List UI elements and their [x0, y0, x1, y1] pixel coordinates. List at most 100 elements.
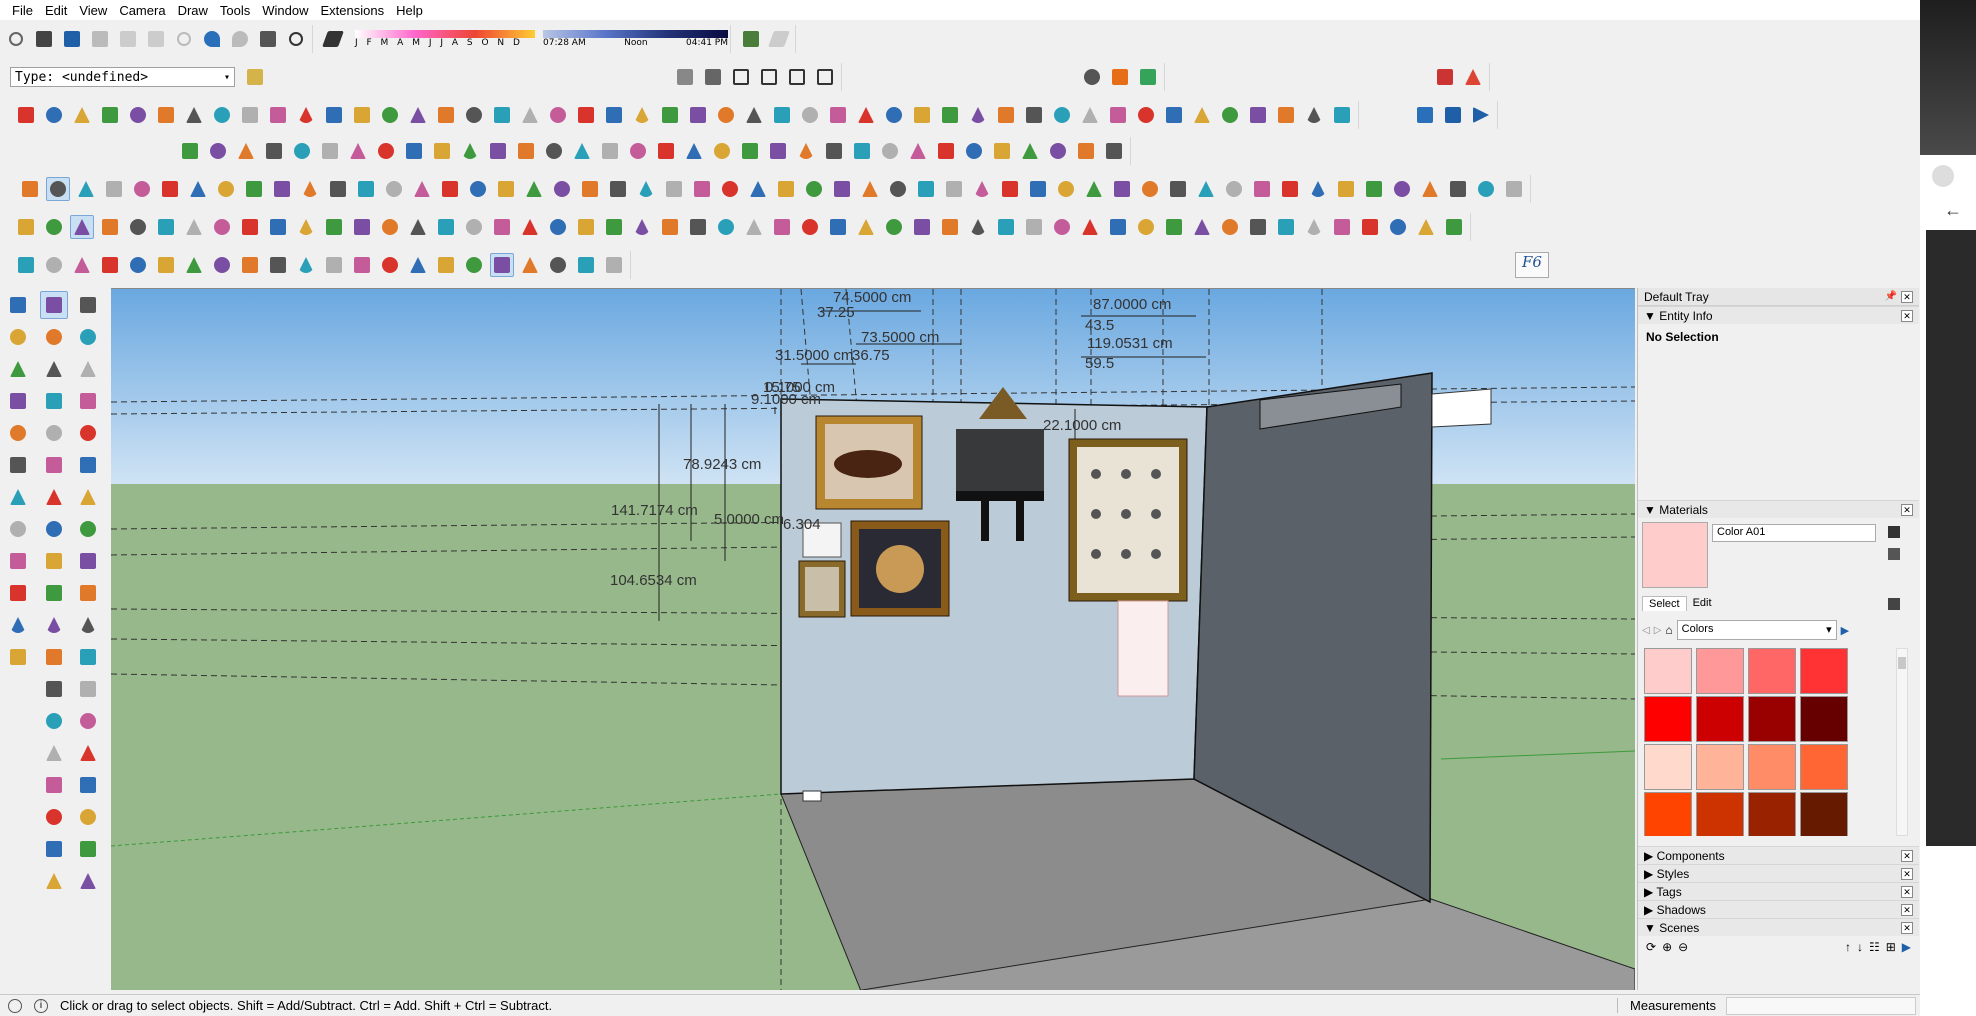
details-icon[interactable]: ▶ — [1841, 624, 1849, 637]
left-view-icon[interactable] — [813, 65, 837, 89]
color-swatch[interactable] — [1696, 744, 1744, 790]
extension-icon[interactable] — [1222, 177, 1246, 201]
tool-icon[interactable] — [574, 103, 598, 127]
extension-icon[interactable] — [40, 419, 68, 447]
save-icon[interactable] — [60, 27, 84, 51]
tool-icon[interactable] — [74, 739, 102, 767]
edit-icon[interactable] — [154, 253, 178, 277]
section-icon[interactable] — [574, 253, 598, 277]
tool-icon[interactable] — [74, 419, 102, 447]
style-icon[interactable] — [210, 253, 234, 277]
tool-icon[interactable] — [1358, 215, 1382, 239]
view-icon[interactable] — [242, 177, 266, 201]
extension-icon[interactable] — [382, 177, 406, 201]
menu-edit[interactable]: Edit — [39, 3, 73, 18]
edit-icon[interactable] — [1054, 177, 1078, 201]
extension-icon[interactable] — [742, 215, 766, 239]
view-icon[interactable] — [42, 215, 66, 239]
shape-icon[interactable] — [1162, 103, 1186, 127]
shape-icon[interactable] — [42, 103, 66, 127]
tool-icon[interactable] — [1278, 177, 1302, 201]
measure-icon[interactable] — [18, 177, 42, 201]
dim-label[interactable]: 104.6534 cm — [610, 572, 697, 589]
entity-info-header[interactable]: ▼ Entity Info ✕ — [1638, 306, 1919, 324]
color-swatch[interactable] — [1696, 792, 1744, 836]
camera-icon[interactable] — [1330, 215, 1354, 239]
camera-icon[interactable] — [40, 771, 68, 799]
paint-icon[interactable] — [126, 215, 150, 239]
close-panel-button[interactable]: ✕ — [1901, 503, 1913, 516]
edit-icon[interactable] — [990, 139, 1014, 163]
panel-header-shadows[interactable]: ▶ Shadows ✕ — [1638, 900, 1919, 918]
view-icon[interactable] — [74, 835, 102, 863]
measure-icon[interactable] — [1274, 103, 1298, 127]
camera-icon[interactable] — [74, 707, 102, 735]
extension-icon[interactable] — [318, 139, 342, 163]
right-view-icon[interactable] — [757, 65, 781, 89]
section-icon[interactable] — [1194, 177, 1218, 201]
section-icon[interactable] — [74, 323, 102, 351]
measure-icon[interactable] — [1218, 215, 1242, 239]
paint-icon[interactable] — [182, 103, 206, 127]
shape-icon[interactable] — [266, 215, 290, 239]
measure-icon[interactable] — [98, 215, 122, 239]
back-icon[interactable]: ◁ — [1642, 625, 1650, 636]
style-icon[interactable] — [4, 387, 32, 415]
style-icon[interactable] — [270, 177, 294, 201]
dim-label[interactable]: 37.25 — [817, 304, 855, 321]
section-icon[interactable] — [74, 177, 98, 201]
view-icon[interactable] — [1442, 215, 1466, 239]
shape-icon[interactable] — [682, 139, 706, 163]
shape-icon[interactable] — [1386, 215, 1410, 239]
paint-icon[interactable] — [40, 675, 68, 703]
measure-icon[interactable] — [514, 139, 538, 163]
shape-icon[interactable] — [1106, 215, 1130, 239]
style-icon[interactable] — [490, 253, 514, 277]
edit-icon[interactable] — [494, 177, 518, 201]
extension-icon[interactable] — [798, 103, 822, 127]
close-panel-button[interactable]: ✕ — [1901, 921, 1913, 934]
shape-icon[interactable] — [1026, 177, 1050, 201]
dim-label[interactable]: 43.5 — [1085, 317, 1114, 334]
extension-icon[interactable] — [74, 675, 102, 703]
view-icon[interactable] — [602, 215, 626, 239]
style-icon[interactable] — [40, 611, 68, 639]
camera-icon[interactable] — [410, 177, 434, 201]
model-viewport[interactable]: 74.5000 cm 37.25 73.5000 cm 36.75 31.500… — [111, 288, 1635, 990]
tool-icon[interactable] — [1134, 103, 1158, 127]
section-icon[interactable] — [1330, 103, 1354, 127]
camera-icon[interactable] — [490, 215, 514, 239]
view-icon[interactable] — [1362, 177, 1386, 201]
tool-icon[interactable] — [14, 103, 38, 127]
sandbox-icon[interactable] — [1080, 65, 1104, 89]
edit-icon[interactable] — [774, 177, 798, 201]
shape-icon[interactable] — [962, 139, 986, 163]
redo-icon[interactable] — [228, 27, 252, 51]
section-icon[interactable] — [634, 177, 658, 201]
measure-icon[interactable] — [1418, 177, 1442, 201]
dim-label[interactable]: 78.9243 cm — [683, 456, 761, 473]
paint-icon[interactable] — [546, 253, 570, 277]
extension-icon[interactable] — [942, 177, 966, 201]
paint-icon[interactable] — [406, 215, 430, 239]
color-swatch[interactable] — [1644, 744, 1692, 790]
camera-icon[interactable] — [210, 215, 234, 239]
dim-label[interactable]: 119.0531 cm — [1087, 335, 1173, 352]
measure-icon[interactable] — [234, 139, 258, 163]
camera-icon[interactable] — [970, 177, 994, 201]
paint-icon[interactable] — [326, 177, 350, 201]
view-icon[interactable] — [40, 579, 68, 607]
extension-icon[interactable] — [4, 515, 32, 543]
style-icon[interactable] — [206, 139, 230, 163]
paint-icon[interactable] — [4, 451, 32, 479]
iso-view-icon[interactable] — [673, 65, 697, 89]
paint-bucket-icon[interactable] — [1888, 548, 1900, 560]
style-icon[interactable] — [630, 215, 654, 239]
paint-icon[interactable] — [886, 177, 910, 201]
dim-label[interactable]: 36.75 — [852, 347, 890, 364]
edit-icon[interactable] — [1190, 103, 1214, 127]
extension-icon[interactable] — [1078, 103, 1102, 127]
camera-icon[interactable] — [546, 103, 570, 127]
view-icon[interactable] — [938, 103, 962, 127]
measure-icon[interactable] — [40, 643, 68, 671]
